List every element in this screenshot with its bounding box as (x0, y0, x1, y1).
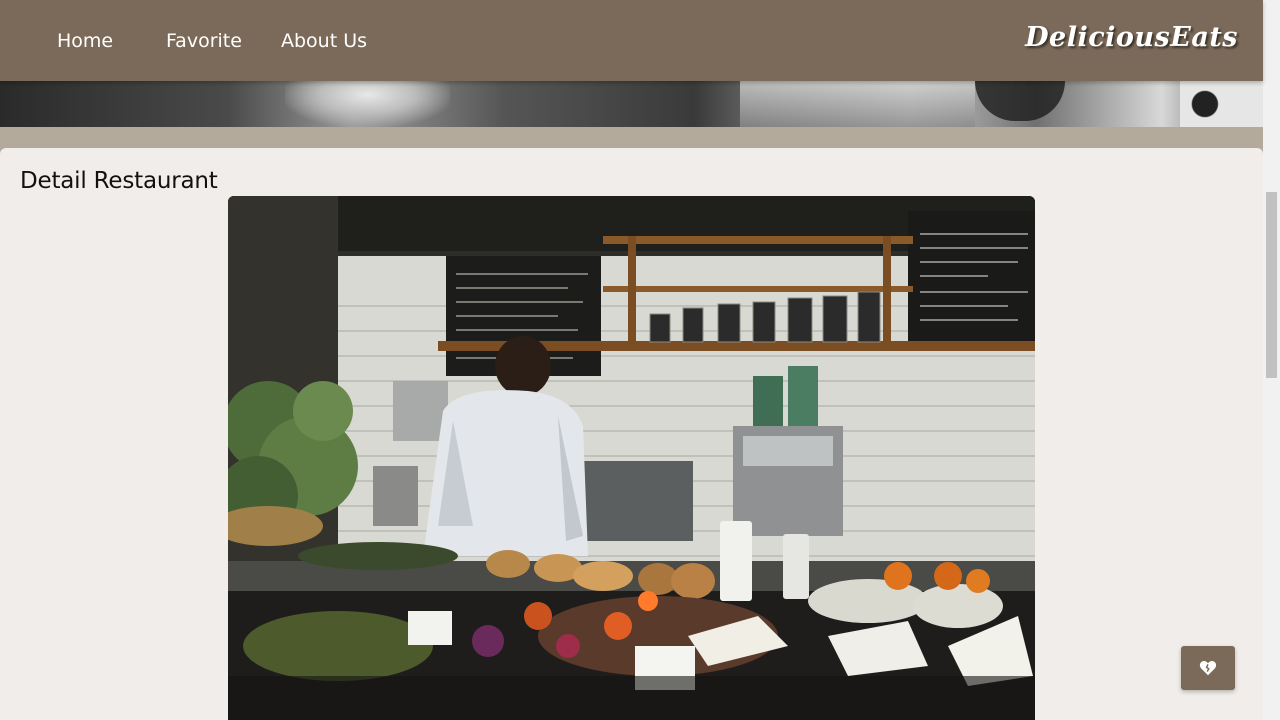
restaurant-photo (228, 196, 1035, 720)
favorite-button[interactable] (1181, 646, 1235, 690)
scrollbar-thumb[interactable] (1266, 192, 1277, 378)
page-scrollbar[interactable] (1263, 0, 1280, 720)
nav-links: Home Favorite About Us (57, 30, 381, 52)
nav-link-about-us[interactable]: About Us (281, 30, 381, 52)
nav-link-home[interactable]: Home (57, 30, 166, 52)
hero-container-shape (740, 81, 975, 127)
hero-spoon-shape (975, 81, 1065, 121)
navbar: Home Favorite About Us DeliciousEats (0, 0, 1263, 81)
page-title: Detail Restaurant (20, 168, 218, 194)
hero-hand-shape (285, 81, 450, 127)
hero-bowl-shape (1180, 81, 1263, 127)
hero-banner (0, 81, 1263, 127)
main-content: Detail Restaurant (0, 148, 1263, 720)
nav-link-favorite[interactable]: Favorite (166, 30, 281, 52)
brand-logo[interactable]: DeliciousEats (1025, 22, 1238, 53)
restaurant-photo-illustration (228, 196, 1035, 720)
heart-icon (1199, 661, 1217, 676)
